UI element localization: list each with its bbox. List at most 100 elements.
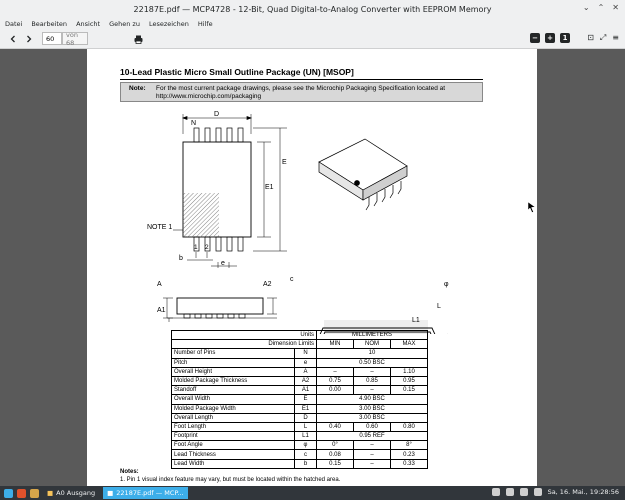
- notes-item: 1. Pin 1 visual index feature may vary, …: [120, 477, 341, 483]
- label-A: A: [157, 281, 162, 288]
- row-nom: 0.60: [353, 421, 391, 433]
- print-button[interactable]: [131, 32, 145, 46]
- table-row: Standoff A1 0.00–0.15: [171, 385, 428, 396]
- label-D: D: [214, 111, 220, 118]
- toolbar: 60 von 68 − + 1 ⊡ ⤢ ≡: [0, 29, 625, 49]
- menu-datei[interactable]: Datei: [5, 20, 22, 28]
- note-label: Note:: [129, 85, 146, 92]
- tray-icon-4[interactable]: [533, 488, 542, 496]
- label-c: c: [290, 276, 294, 283]
- row-symbol: e: [294, 357, 317, 368]
- rotate-icon[interactable]: ⊡: [587, 33, 594, 43]
- label-pin1: 1: [194, 244, 198, 251]
- row-nom: –: [353, 458, 391, 469]
- menu-icon[interactable]: ≡: [612, 33, 619, 43]
- table-row: Molded Package Width E1 3.00 BSC: [171, 403, 428, 414]
- col-max: MAX: [390, 339, 428, 350]
- prev-page-button[interactable]: [6, 32, 20, 46]
- row-symbol: b: [294, 458, 317, 469]
- tray-icon-1[interactable]: [491, 488, 500, 496]
- row-value: 10: [316, 348, 428, 359]
- row-min: 0.00: [316, 385, 354, 396]
- table-row: Overall Height A – –1.10: [171, 366, 428, 377]
- row-name: Molded Package Width: [171, 403, 295, 414]
- row-max: 8°: [390, 440, 428, 451]
- zoom-out-button[interactable]: −: [530, 33, 540, 43]
- maximize-icon[interactable]: ⌃: [598, 3, 605, 12]
- note-box: Note: For the most current package drawi…: [120, 82, 483, 102]
- task-ausgang[interactable]: ■ A0 Ausgang: [43, 487, 99, 499]
- row-symbol: E1: [294, 403, 317, 414]
- taskbar: ■ A0 Ausgang ■ 22187E.pdf — MCP... Sa, 1…: [0, 486, 625, 500]
- note-text: For the most current package drawings, p…: [156, 85, 446, 100]
- col-min: MIN: [316, 339, 354, 350]
- row-symbol: D: [294, 412, 317, 423]
- side-view: [163, 297, 277, 322]
- menu-bar: Datei Bearbeiten Ansicht Gehen zu Leseze…: [0, 18, 625, 29]
- units-label: Units: [171, 329, 317, 341]
- limits-label: Dimension Limits: [171, 339, 317, 350]
- row-nom: –: [353, 449, 391, 460]
- task-pdf-viewer[interactable]: ■ 22187E.pdf — MCP...: [103, 487, 188, 499]
- table-row: Overall Width E 4.90 BSC: [171, 394, 428, 405]
- row-max: 0.15: [390, 385, 428, 396]
- tray-icon-2[interactable]: [505, 488, 514, 496]
- launcher-icon[interactable]: [4, 488, 13, 498]
- chevron-left-icon: [10, 35, 15, 43]
- folder-icon: ■: [47, 489, 54, 497]
- browser-icon[interactable]: [17, 488, 26, 498]
- table-row: Molded Package Thickness A2 0.75 0.85 0.95: [171, 375, 428, 387]
- files-icon[interactable]: [30, 488, 39, 498]
- mouse-cursor-icon: [527, 201, 536, 213]
- row-min: –: [316, 366, 354, 377]
- close-icon[interactable]: ✕: [612, 3, 619, 12]
- row-max: 0.95: [390, 375, 428, 387]
- row-value: 3.00 BSC: [316, 412, 428, 423]
- row-min: 0.75: [316, 375, 354, 387]
- label-N: N: [191, 120, 197, 127]
- row-value: 3.00 BSC: [316, 403, 428, 414]
- clock[interactable]: Sa, 16. Mai., 19:28:56: [548, 488, 619, 496]
- row-name: Foot Angle: [171, 440, 295, 451]
- row-symbol: A1: [294, 385, 317, 396]
- pdf-icon: ■: [107, 489, 114, 497]
- menu-ansicht[interactable]: Ansicht: [76, 20, 100, 28]
- row-name: Standoff: [171, 385, 295, 396]
- row-name: Footprint: [171, 431, 295, 442]
- row-name: Pitch: [171, 357, 295, 368]
- row-symbol: φ: [294, 440, 317, 451]
- menu-gehen-zu[interactable]: Gehen zu: [109, 20, 140, 28]
- row-value: 0.95 REF: [316, 431, 428, 442]
- menu-hilfe[interactable]: Hilfe: [198, 20, 213, 28]
- fullscreen-icon[interactable]: ⤢: [600, 33, 606, 43]
- minimize-icon[interactable]: ⌄: [583, 3, 590, 12]
- row-symbol: L1: [294, 431, 317, 442]
- top-leads: [193, 127, 244, 143]
- menu-bearbeiten[interactable]: Bearbeiten: [31, 20, 67, 28]
- table-row: Pitch e 0.50 BSC: [171, 357, 428, 368]
- menu-lesezeichen[interactable]: Lesezeichen: [149, 20, 189, 28]
- row-name: Foot Length: [171, 421, 295, 433]
- tray-icon-3[interactable]: [519, 488, 528, 496]
- row-value: 0.50 BSC: [316, 357, 428, 368]
- zoom-in-button[interactable]: +: [545, 33, 555, 43]
- document-viewport[interactable]: 10-Lead Plastic Micro Small Outline Pack…: [0, 49, 625, 486]
- next-page-button[interactable]: [22, 32, 36, 46]
- label-phi: φ: [444, 281, 449, 288]
- row-min: 0.40: [316, 421, 354, 433]
- table-row: Footprint L1 0.95 REF: [171, 431, 428, 442]
- row-nom: –: [353, 366, 391, 377]
- zoom-actual-button[interactable]: 1: [560, 33, 570, 43]
- pdf-page: 10-Lead Plastic Micro Small Outline Pack…: [87, 49, 537, 486]
- row-symbol: c: [294, 449, 317, 460]
- label-L1: L1: [412, 317, 420, 324]
- label-b: b: [179, 255, 183, 262]
- row-min: 0.15: [316, 458, 354, 469]
- top-view: [173, 114, 287, 268]
- row-max: 1.10: [390, 366, 428, 377]
- page-number-input[interactable]: 60: [42, 32, 62, 45]
- row-max: 0.33: [390, 458, 428, 469]
- row-symbol: N: [294, 348, 317, 359]
- row-max: 0.23: [390, 449, 428, 460]
- row-symbol: A2: [294, 375, 317, 387]
